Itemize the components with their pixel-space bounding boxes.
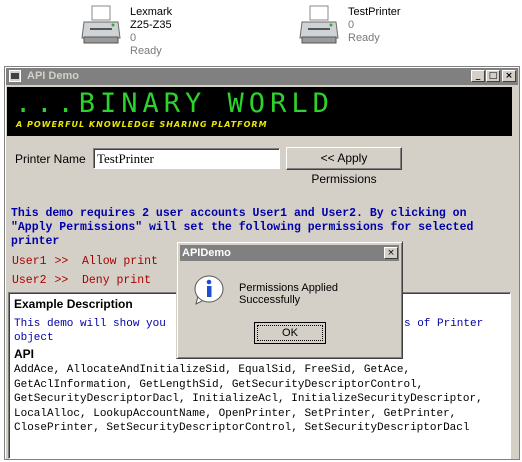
description-start: This demo will show you (14, 318, 166, 330)
window-title: API Demo (27, 70, 79, 82)
dialog-title-bar[interactable]: APIDemo (180, 245, 399, 261)
printer-name-input[interactable]: TestPrinter (93, 148, 280, 169)
printer-icon (81, 5, 121, 44)
minimize-button[interactable]: _ (471, 70, 485, 82)
banner-title: ...BINARY WORLD (15, 88, 334, 119)
close-button[interactable]: × (502, 70, 516, 82)
printer-name-label: Printer Name (15, 152, 86, 166)
user-permission: Deny print (82, 274, 152, 287)
example-heading: Example Description (14, 297, 133, 311)
user-permission-row: User1 >> Allow print (12, 255, 158, 268)
ok-button[interactable]: OK (254, 322, 326, 344)
printer-name: Lexmark Z25-Z35 (130, 6, 173, 31)
printer-jobs: 0 (348, 19, 355, 31)
maximize-button[interactable]: □ (486, 70, 500, 82)
dialog-title: APIDemo (182, 247, 231, 259)
printer-status: Ready (348, 32, 380, 44)
apidemo-dialog: APIDemo × Permissions Applied Successful… (176, 241, 403, 359)
banner-tagline: A POWERFUL KNOWLEDGE SHARING PLATFORM (16, 120, 268, 129)
ok-label: OK (257, 325, 323, 341)
description-line2: object (14, 332, 54, 344)
printer-name: TestPrinter (348, 6, 401, 18)
user-permission: Allow print (82, 255, 158, 268)
api-list: AddAce, AllocateAndInitializeSid, EqualS… (14, 364, 483, 434)
information-icon (194, 275, 224, 305)
user-name: User1 (12, 255, 47, 268)
user-name: User2 (12, 274, 47, 287)
api-heading: API (14, 347, 35, 361)
user-arrow: >> (54, 274, 69, 287)
user-permission-row: User2 >> Deny print (12, 274, 151, 287)
binary-world-banner: ...BINARY WORLD A POWERFUL KNOWLEDGE SHA… (7, 87, 512, 136)
description-end: s of Printer (404, 318, 484, 330)
printer-icon (299, 5, 339, 44)
printer-status: Ready (130, 45, 162, 57)
window-icon (9, 70, 21, 82)
dialog-message: Permissions Applied Successfully (239, 282, 339, 306)
user-arrow: >> (54, 255, 69, 268)
dialog-close-button[interactable]: × (384, 247, 398, 259)
title-bar[interactable]: API Demo _ □ × (6, 68, 518, 85)
apply-permissions-button[interactable]: << Apply Permissions (286, 147, 402, 186)
printer-jobs: 0 (130, 32, 137, 44)
